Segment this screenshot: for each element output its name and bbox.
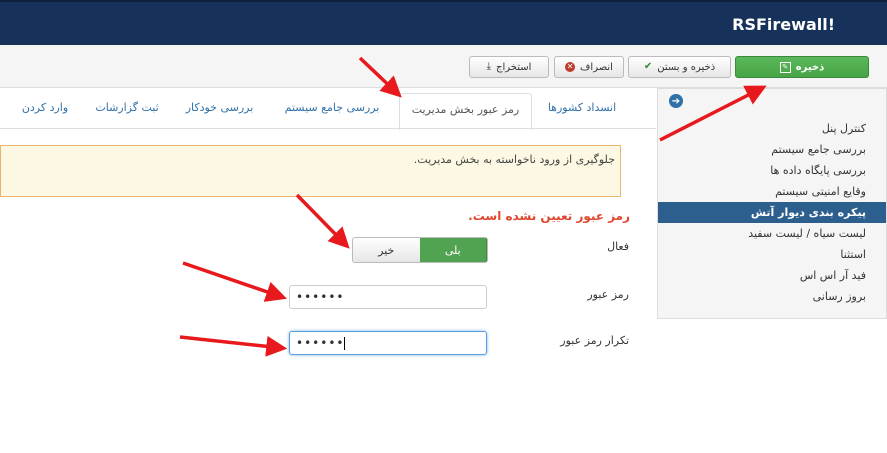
toggle-yes-option[interactable]: بلی bbox=[419, 238, 487, 262]
sidebar-item-control-panel[interactable]: کنترل پنل bbox=[658, 118, 886, 139]
tab-system-check[interactable]: بررسی جامع سیستم bbox=[268, 88, 396, 128]
edit-icon: ✎ bbox=[779, 61, 791, 73]
password-label: رمز عبور bbox=[587, 288, 629, 301]
enabled-toggle[interactable]: خیر بلی bbox=[352, 237, 488, 263]
sidebar-item-exceptions[interactable]: استثنا bbox=[658, 244, 886, 265]
tab-import[interactable]: وارد کردن bbox=[10, 88, 80, 128]
check-icon: ✔ bbox=[643, 61, 653, 72]
error-message: رمز عبور تعیین نشده است. bbox=[468, 209, 630, 223]
sidebar-item-database-check[interactable]: بررسی پایگاه داده ها bbox=[658, 160, 886, 181]
sidebar-item-system-check[interactable]: بررسی جامع سیستم bbox=[658, 139, 886, 160]
sidebar-item-updates[interactable]: بروز رسانی bbox=[658, 286, 886, 307]
cancel-button[interactable]: ✕ انصراف bbox=[554, 56, 624, 78]
tab-logging[interactable]: ثبت گزارشات bbox=[84, 88, 170, 128]
export-button[interactable]: ⤓ استخراج bbox=[469, 56, 549, 78]
sidebar-item-system-logs[interactable]: وقایع امنیتی سیستم bbox=[658, 181, 886, 202]
app-title: RSFirewall! bbox=[732, 15, 835, 34]
save-close-button-label: ذخیره و بستن bbox=[657, 61, 716, 73]
back-arrow-icon[interactable]: ➔ bbox=[669, 94, 683, 108]
password-field[interactable]: •••••• bbox=[289, 285, 487, 309]
sidebar-item-rss-feed[interactable]: فید آر اس اس bbox=[658, 265, 886, 286]
tab-auto-check[interactable]: بررسی خودکار bbox=[172, 88, 267, 128]
sidebar-item-blacklist-whitelist[interactable]: لیست سیاه / لیست سفید bbox=[658, 223, 886, 244]
arrow-to-toggle bbox=[295, 193, 350, 249]
save-button-label: ذخیره bbox=[795, 61, 825, 73]
toolbar: ✎ ذخیره ✔ ذخیره و بستن ✕ انصراف ⤓ استخرا… bbox=[0, 45, 887, 88]
tab-admin-password[interactable]: رمز عبور بخش مدیریت bbox=[399, 93, 532, 130]
sidebar-item-firewall-config[interactable]: پیکره بندی دیوار آتش bbox=[658, 202, 886, 223]
confirm-password-value: •••••• bbox=[296, 336, 345, 350]
tab-divider bbox=[0, 128, 656, 129]
save-button[interactable]: ✎ ذخیره bbox=[735, 56, 869, 78]
tab-country-blocking[interactable]: انسداد کشورها bbox=[532, 88, 632, 128]
confirm-password-label: تکرار رمز عبور bbox=[560, 334, 629, 347]
arrow-to-confirm bbox=[179, 335, 288, 357]
app-header: RSFirewall! bbox=[0, 0, 887, 45]
arrow-to-password bbox=[182, 261, 287, 302]
text-cursor bbox=[344, 337, 346, 350]
confirm-password-field[interactable]: •••••• bbox=[289, 331, 487, 355]
sidebar: ➔ کنترل پنل بررسی جامع سیستم بررسی پایگا… bbox=[657, 88, 887, 319]
cancel-icon: ✕ bbox=[565, 62, 576, 72]
download-icon: ⤓ bbox=[486, 61, 492, 72]
info-alert: جلوگیری از ورود ناخواسته به بخش مدیریت. bbox=[0, 145, 621, 197]
enabled-label: فعال bbox=[607, 240, 629, 253]
alert-text: جلوگیری از ورود ناخواسته به بخش مدیریت. bbox=[413, 153, 615, 166]
password-value: •••••• bbox=[296, 290, 345, 304]
save-close-button[interactable]: ✔ ذخیره و بستن bbox=[628, 56, 731, 78]
tab-bar: انسداد کشورها رمز عبور بخش مدیریت بررسی … bbox=[0, 88, 656, 130]
cancel-button-label: انصراف bbox=[580, 61, 613, 73]
toggle-no-option[interactable]: خیر bbox=[353, 238, 420, 262]
export-button-label: استخراج bbox=[496, 61, 532, 73]
